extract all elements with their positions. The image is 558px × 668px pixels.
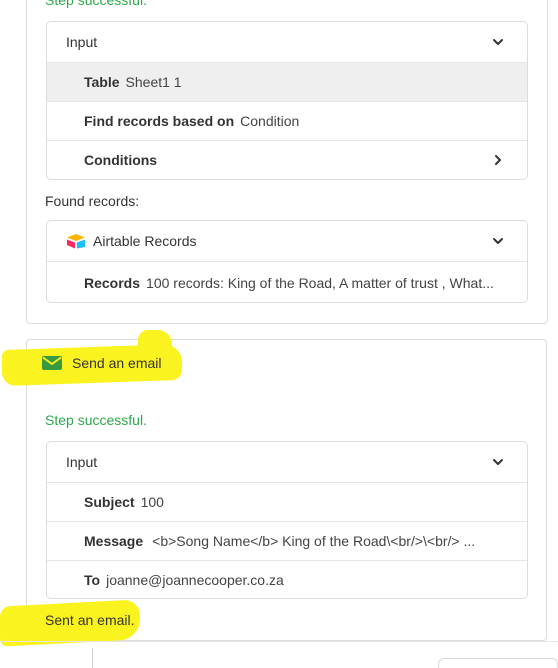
input-row-find-records: Find records based on Condition — [47, 101, 527, 140]
row-key: Table — [84, 74, 120, 90]
row-key: Records — [84, 274, 141, 291]
input-panel-send-email: Input Subject 100 Message <b>Song Name</… — [46, 441, 528, 599]
records-panel-header[interactable]: Airtable Records — [47, 221, 527, 261]
found-records-label: Found records: — [45, 193, 140, 209]
row-value: 100 records: King of the Road, A matter … — [146, 274, 494, 291]
input-row-table: Table Sheet1 1 — [47, 62, 527, 101]
chevron-down-icon[interactable] — [491, 35, 505, 49]
records-row: Records 100 records: King of the Road, A… — [47, 261, 527, 302]
email-icon — [42, 356, 62, 370]
input-panel-find-records: Input Table Sheet1 1 Find records based … — [46, 21, 528, 180]
row-key: To — [84, 572, 101, 588]
row-key: Subject — [84, 494, 135, 510]
step-status-clipped: Step successful. — [45, 0, 147, 8]
row-value: <b>Song Name</b> King of the Road\<br/>\… — [152, 533, 476, 549]
input-row-message: Message <b>Song Name</b> King of the Roa… — [47, 521, 527, 560]
input-row-conditions[interactable]: Conditions — [47, 140, 527, 179]
row-value: 100 — [140, 494, 164, 510]
input-row-subject: Subject 100 — [47, 482, 527, 521]
partial-control[interactable] — [438, 658, 558, 668]
chevron-down-icon[interactable] — [491, 234, 505, 248]
input-row-to: To joanne@joannecooper.co.za — [47, 560, 527, 598]
row-value: Condition — [240, 113, 300, 129]
airtable-logo-icon — [67, 234, 85, 249]
send-email-title-text: Send an email — [72, 355, 162, 371]
input-panel-header[interactable]: Input — [47, 442, 527, 482]
row-key: Conditions — [84, 152, 158, 168]
chevron-down-icon[interactable] — [491, 455, 505, 469]
send-email-step-title[interactable]: Send an email — [42, 355, 162, 371]
chevron-right-icon[interactable] — [491, 153, 505, 167]
row-key: Message — [84, 533, 144, 549]
input-panel-title: Input — [66, 454, 98, 470]
records-panel-title: Airtable Records — [93, 233, 197, 249]
step-result-text: Sent an email. — [45, 612, 135, 628]
row-value: Sheet1 1 — [125, 74, 182, 90]
divider — [92, 648, 93, 668]
row-value: joanne@joannecooper.co.za — [106, 572, 284, 588]
divider — [0, 641, 558, 642]
step-status: Step successful. — [45, 412, 147, 428]
input-panel-header[interactable]: Input — [47, 22, 527, 62]
input-panel-title: Input — [66, 34, 98, 50]
row-key: Find records based on — [84, 113, 235, 129]
records-panel: Airtable Records Records 100 records: Ki… — [46, 220, 528, 303]
